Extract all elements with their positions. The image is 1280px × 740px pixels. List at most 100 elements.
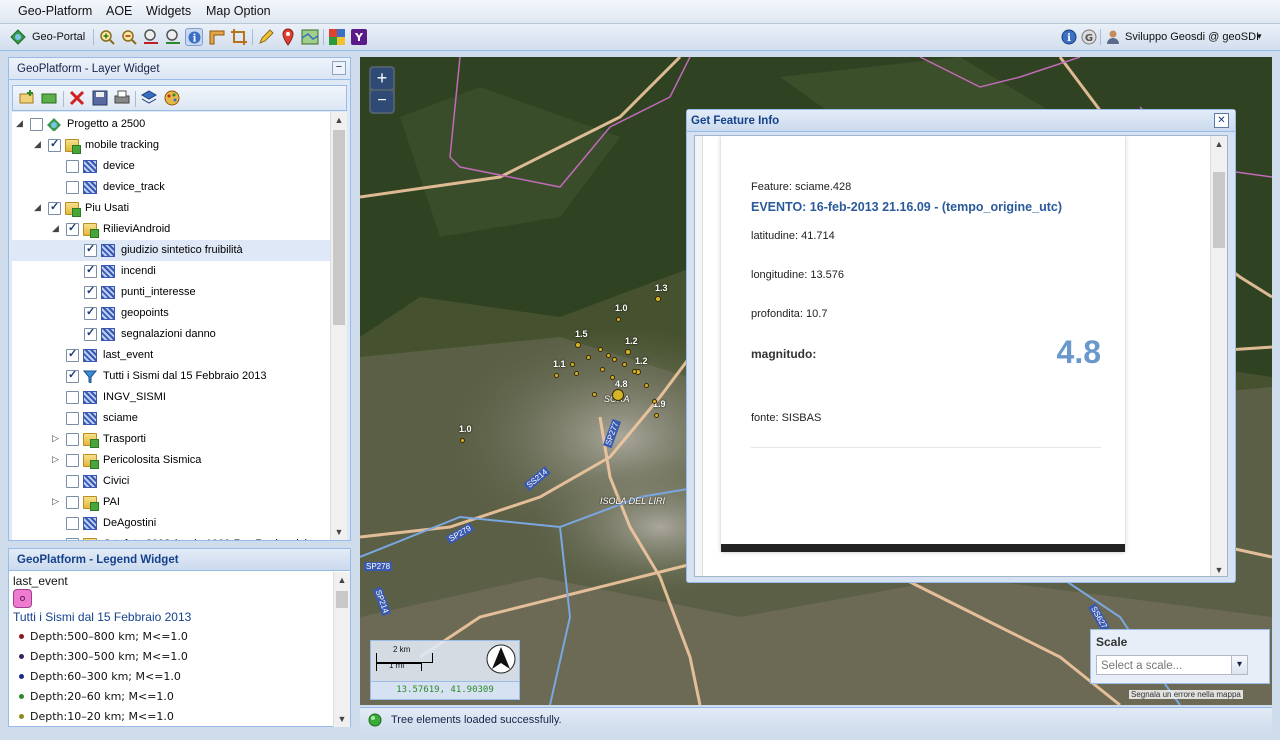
layer-checkbox[interactable] <box>66 433 79 446</box>
tree-node[interactable]: ◢ Piu Usati <box>12 198 332 219</box>
tree-node[interactable]: Tutti i Sismi dal 15 Febbraio 2013 <box>12 366 332 387</box>
tree-node[interactable]: punti_interesse <box>12 282 332 303</box>
earthquake-marker[interactable] <box>598 347 603 352</box>
layer-checkbox[interactable] <box>66 454 79 467</box>
pin-icon[interactable] <box>279 28 297 46</box>
edit-icon[interactable] <box>257 28 275 46</box>
tree-node[interactable]: ◢ RilieviAndroid <box>12 219 332 240</box>
about-info-icon[interactable]: i <box>1060 28 1078 46</box>
menu-widgets[interactable]: Widgets <box>146 4 191 18</box>
add-layer-icon[interactable] <box>40 89 58 107</box>
layer-checkbox[interactable] <box>84 263 97 278</box>
earthquake-marker[interactable] <box>459 437 465 443</box>
geo-portal-button[interactable]: Geo-Portal <box>10 28 88 46</box>
layer-checkbox[interactable] <box>30 118 43 131</box>
expand-icon[interactable]: ▷ <box>52 496 59 507</box>
earthquake-marker[interactable] <box>653 412 659 418</box>
map-icon[interactable] <box>301 28 319 46</box>
add-folder-icon[interactable] <box>18 89 36 107</box>
earthquake-marker[interactable] <box>574 371 579 376</box>
layer-checkbox[interactable] <box>66 517 79 530</box>
tree-node[interactable]: segnalazioni danno <box>12 324 332 345</box>
measure-icon[interactable] <box>208 28 226 46</box>
legend-scrollbar[interactable]: ▲ ▼ <box>333 572 350 727</box>
earthquake-marker[interactable] <box>612 357 617 362</box>
layer-checkbox[interactable] <box>66 391 79 404</box>
expand-icon[interactable]: ◢ <box>16 118 23 129</box>
tree-node[interactable]: giudizio sintetico fruibilità <box>12 240 332 261</box>
earthquake-marker[interactable] <box>570 362 575 367</box>
earthquake-marker[interactable] <box>610 375 615 380</box>
save-icon[interactable] <box>91 89 109 107</box>
menu-aoe[interactable]: AOE <box>106 4 132 18</box>
delete-icon[interactable] <box>68 89 86 107</box>
tree-node[interactable]: ◢ mobile tracking <box>12 135 332 156</box>
info-icon[interactable]: i <box>185 28 203 46</box>
expand-icon[interactable]: ◢ <box>34 139 41 150</box>
layer-checkbox[interactable] <box>66 347 79 362</box>
layer-checkbox[interactable] <box>66 181 79 194</box>
layer-checkbox[interactable] <box>66 368 79 383</box>
earthquake-marker[interactable] <box>553 372 559 378</box>
close-button[interactable]: ✕ <box>1214 113 1229 128</box>
scale-dropdown-icon[interactable]: ▾ <box>1231 656 1247 674</box>
layer-checkbox[interactable] <box>84 305 97 320</box>
menu-map-option[interactable]: Map Option <box>206 4 271 18</box>
zoom-previous-icon[interactable] <box>142 28 160 46</box>
zoom-out-icon[interactable] <box>120 28 138 46</box>
earthquake-marker[interactable] <box>652 399 657 404</box>
earthquake-marker[interactable] <box>592 392 597 397</box>
tree-node[interactable]: INGV_SISMI <box>12 387 332 408</box>
layer-checkbox[interactable] <box>84 326 97 341</box>
layer-checkbox[interactable] <box>66 160 79 173</box>
earthquake-marker[interactable] <box>600 367 605 372</box>
zoom-in-icon[interactable] <box>98 28 116 46</box>
tree-node[interactable]: DeAgostini <box>12 513 332 534</box>
expand-icon[interactable]: ◢ <box>52 223 59 234</box>
tree-node[interactable]: device_track <box>12 177 332 198</box>
zoom-next-icon[interactable] <box>164 28 182 46</box>
expand-icon[interactable]: ▷ <box>52 538 59 540</box>
menu-geo-platform[interactable]: Geo-Platform <box>18 4 92 18</box>
tree-node[interactable]: ▷ Pericolosita Sismica <box>12 450 332 471</box>
tree-node[interactable]: Civici <box>12 471 332 492</box>
collapse-button[interactable]: − <box>332 61 346 75</box>
expand-icon[interactable]: ▷ <box>52 433 59 444</box>
user-menu[interactable]: Sviluppo Geosdi @ geoSDI ▾ <box>1105 28 1275 46</box>
tree-node[interactable]: last_event <box>12 345 332 366</box>
earthquake-marker[interactable] <box>586 355 591 360</box>
earthquake-marker[interactable] <box>612 389 624 401</box>
layer-checkbox[interactable] <box>84 284 97 299</box>
tree-node[interactable]: incendi <box>12 261 332 282</box>
layer-checkbox[interactable] <box>48 137 61 152</box>
yahoo-icon[interactable]: Y <box>350 28 368 46</box>
tree-node[interactable]: ▷ Trasporti <box>12 429 332 450</box>
scale-select[interactable]: Select a scale... ▾ <box>1096 655 1248 675</box>
layer-checkbox[interactable] <box>66 496 79 509</box>
layer-checkbox[interactable] <box>48 200 61 215</box>
tree-scrollbar[interactable]: ▲ ▼ <box>330 112 347 540</box>
zoom-in-button[interactable]: + <box>371 68 393 89</box>
earthquake-marker[interactable] <box>622 362 627 367</box>
refresh-icon[interactable]: G <box>1080 28 1098 46</box>
crop-icon[interactable] <box>230 28 248 46</box>
tree-node[interactable]: ▷ PAI <box>12 492 332 513</box>
expand-icon[interactable]: ◢ <box>34 202 41 213</box>
print-icon[interactable] <box>113 89 131 107</box>
google-icon[interactable] <box>328 28 346 46</box>
tree-node[interactable]: ◢ Progetto a 2500 <box>12 114 332 135</box>
earthquake-marker[interactable] <box>615 316 621 322</box>
layer-checkbox[interactable] <box>66 538 79 540</box>
style-icon[interactable] <box>163 89 181 107</box>
layer-checkbox[interactable] <box>66 412 79 425</box>
earthquake-marker[interactable] <box>606 353 611 358</box>
expand-icon[interactable]: ▷ <box>52 454 59 465</box>
map-attribution[interactable]: Segnala un errore nella mappa <box>1129 690 1243 699</box>
earthquake-marker[interactable] <box>625 349 631 355</box>
layers-icon[interactable] <box>140 89 158 107</box>
tree-node[interactable]: ▷ Ortofoto 2008 (scala 1000-7 ... Regiona… <box>12 534 332 540</box>
earthquake-marker[interactable] <box>644 383 649 388</box>
tree-node[interactable]: device <box>12 156 332 177</box>
layer-checkbox[interactable] <box>84 242 97 257</box>
tree-node[interactable]: geopoints <box>12 303 332 324</box>
